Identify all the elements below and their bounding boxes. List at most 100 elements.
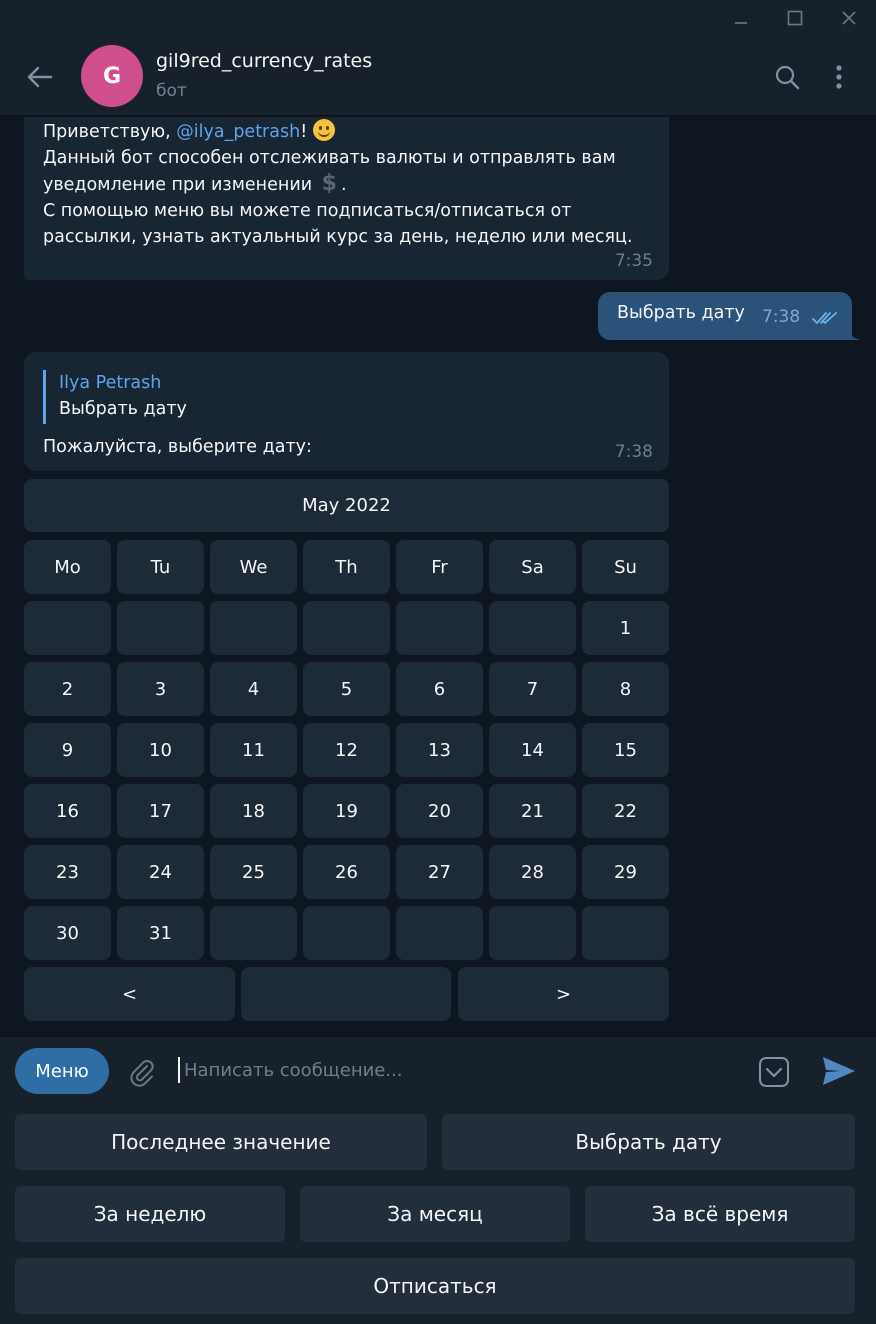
dollar-emoji-icon: $ bbox=[321, 171, 337, 196]
calendar-weekday-button[interactable]: Th bbox=[303, 540, 390, 594]
message-line: С помощью меню вы можете подписаться/отп… bbox=[43, 201, 633, 247]
chat-header: G gil9red_currency_rates бот bbox=[0, 36, 876, 116]
calendar-day-button[interactable]: 2 bbox=[24, 662, 111, 716]
calendar-weekday-button[interactable]: Mo bbox=[24, 540, 111, 594]
search-icon[interactable] bbox=[770, 60, 804, 94]
message-time: 7:38 bbox=[614, 442, 653, 462]
message-input[interactable]: Написать сообщение... bbox=[178, 1055, 738, 1085]
calendar-day-button[interactable]: 3 bbox=[117, 662, 204, 716]
calendar-nav-empty[interactable] bbox=[241, 967, 451, 1021]
unsubscribe-button[interactable]: Отписаться bbox=[15, 1258, 855, 1314]
calendar-day-button[interactable]: 12 bbox=[303, 723, 390, 777]
calendar-day-button[interactable]: 19 bbox=[303, 784, 390, 838]
calendar-day-button[interactable]: 29 bbox=[582, 845, 669, 899]
calendar-empty-cell[interactable] bbox=[396, 601, 483, 655]
calendar-empty-cell[interactable] bbox=[489, 601, 576, 655]
calendar-day-button[interactable]: 14 bbox=[489, 723, 576, 777]
calendar-empty-cell[interactable] bbox=[303, 601, 390, 655]
quoted-author: Ilya Petrash bbox=[59, 373, 162, 393]
message-text: Приветствую, @ilya_petrash! Данный бот с… bbox=[43, 119, 653, 250]
calendar-day-button[interactable]: 5 bbox=[303, 662, 390, 716]
message-text: Выбрать дату bbox=[617, 303, 745, 323]
chat-title[interactable]: gil9red_currency_rates bbox=[156, 50, 372, 72]
calendar-day-button[interactable]: 4 bbox=[210, 662, 297, 716]
minimize-icon[interactable] bbox=[726, 4, 756, 32]
send-icon[interactable] bbox=[820, 1053, 858, 1089]
calendar-day-button[interactable]: 13 bbox=[396, 723, 483, 777]
paperclip-icon[interactable] bbox=[124, 1054, 160, 1090]
greeting-suffix: ! bbox=[300, 122, 308, 142]
quoted-reply[interactable]: Ilya Petrash Выбрать дату bbox=[43, 370, 187, 424]
calendar-day-button[interactable]: 7 bbox=[489, 662, 576, 716]
calendar-weekday-button[interactable]: Tu bbox=[117, 540, 204, 594]
double-check-icon bbox=[812, 310, 838, 329]
avatar[interactable]: G bbox=[81, 45, 143, 107]
message-outgoing[interactable]: Выбрать дату 7:38 bbox=[598, 292, 852, 340]
calendar-empty-cell[interactable] bbox=[24, 601, 111, 655]
calendar-day-button[interactable]: 18 bbox=[210, 784, 297, 838]
calendar-empty-cell[interactable] bbox=[210, 601, 297, 655]
month-button[interactable]: За месяц bbox=[300, 1186, 570, 1242]
calendar-next-button[interactable]: > bbox=[458, 967, 669, 1021]
calendar-day-button[interactable]: 16 bbox=[24, 784, 111, 838]
keyboard-toggle-icon[interactable] bbox=[757, 1055, 791, 1089]
calendar-day-button[interactable]: 28 bbox=[489, 845, 576, 899]
last-value-button[interactable]: Последнее значение bbox=[15, 1114, 427, 1170]
calendar-empty-cell[interactable] bbox=[303, 906, 390, 960]
calendar-empty-cell[interactable] bbox=[396, 906, 483, 960]
greeting-text: Приветствую, bbox=[43, 122, 177, 142]
calendar-month-button[interactable]: May 2022 bbox=[24, 479, 669, 532]
calendar-day-button[interactable]: 31 bbox=[117, 906, 204, 960]
close-icon[interactable] bbox=[834, 4, 864, 32]
week-button[interactable]: За неделю bbox=[15, 1186, 285, 1242]
calendar-day-button[interactable]: 24 bbox=[117, 845, 204, 899]
calendar-prev-button[interactable]: < bbox=[24, 967, 235, 1021]
smile-emoji-icon bbox=[312, 119, 335, 141]
bubble-tail bbox=[846, 330, 860, 340]
calendar-day-button[interactable]: 9 bbox=[24, 723, 111, 777]
calendar-day-button[interactable]: 10 bbox=[117, 723, 204, 777]
choose-date-button[interactable]: Выбрать дату bbox=[442, 1114, 855, 1170]
message-reply[interactable]: Ilya Petrash Выбрать дату Пожалуйста, вы… bbox=[24, 352, 669, 471]
message-time: 7:35 bbox=[614, 251, 653, 271]
calendar-day-button[interactable]: 27 bbox=[396, 845, 483, 899]
calendar-day-button[interactable]: 20 bbox=[396, 784, 483, 838]
calendar-day-button[interactable]: 21 bbox=[489, 784, 576, 838]
window-titlebar bbox=[0, 0, 876, 36]
reply-keyboard: Последнее значение Выбрать дату За недел… bbox=[0, 1104, 876, 1324]
calendar-day-button[interactable]: 26 bbox=[303, 845, 390, 899]
mention-link[interactable]: @ilya_petrash bbox=[176, 122, 300, 142]
calendar-empty-cell[interactable] bbox=[582, 906, 669, 960]
calendar-day-button[interactable]: 30 bbox=[24, 906, 111, 960]
calendar-empty-cell[interactable] bbox=[210, 906, 297, 960]
chat-history[interactable]: Приветствую, @ilya_petrash! Данный бот с… bbox=[0, 117, 876, 1035]
calendar-day-button[interactable]: 8 bbox=[582, 662, 669, 716]
message-text: Пожалуйста, выберите дату: bbox=[43, 437, 312, 457]
maximize-icon[interactable] bbox=[780, 4, 810, 32]
calendar-empty-cell[interactable] bbox=[117, 601, 204, 655]
calendar-weekday-button[interactable]: Fr bbox=[396, 540, 483, 594]
calendar-day-button[interactable]: 15 bbox=[582, 723, 669, 777]
back-arrow-icon[interactable] bbox=[22, 60, 56, 94]
more-vertical-icon[interactable] bbox=[824, 60, 854, 94]
calendar-day-button[interactable]: 1 bbox=[582, 601, 669, 655]
calendar-day-button[interactable]: 25 bbox=[210, 845, 297, 899]
calendar-day-button[interactable]: 6 bbox=[396, 662, 483, 716]
message-input-placeholder: Написать сообщение... bbox=[184, 1059, 403, 1081]
calendar-weekday-button[interactable]: Su bbox=[582, 540, 669, 594]
message-line-suffix: . bbox=[340, 175, 347, 195]
chat-subtitle: бот bbox=[156, 81, 187, 101]
calendar-day-button[interactable]: 17 bbox=[117, 784, 204, 838]
avatar-letter: G bbox=[102, 63, 122, 89]
calendar-weekday-button[interactable]: Sa bbox=[489, 540, 576, 594]
menu-button[interactable]: Меню bbox=[15, 1048, 109, 1094]
calendar-empty-cell[interactable] bbox=[489, 906, 576, 960]
calendar-day-button[interactable]: 22 bbox=[582, 784, 669, 838]
calendar-day-button[interactable]: 11 bbox=[210, 723, 297, 777]
calendar-weekday-button[interactable]: We bbox=[210, 540, 297, 594]
message-time: 7:38 bbox=[762, 307, 801, 327]
message-welcome[interactable]: Приветствую, @ilya_petrash! Данный бот с… bbox=[24, 117, 669, 280]
quoted-text: Выбрать дату bbox=[59, 399, 187, 419]
calendar-day-button[interactable]: 23 bbox=[24, 845, 111, 899]
all-time-button[interactable]: За всё время bbox=[585, 1186, 855, 1242]
